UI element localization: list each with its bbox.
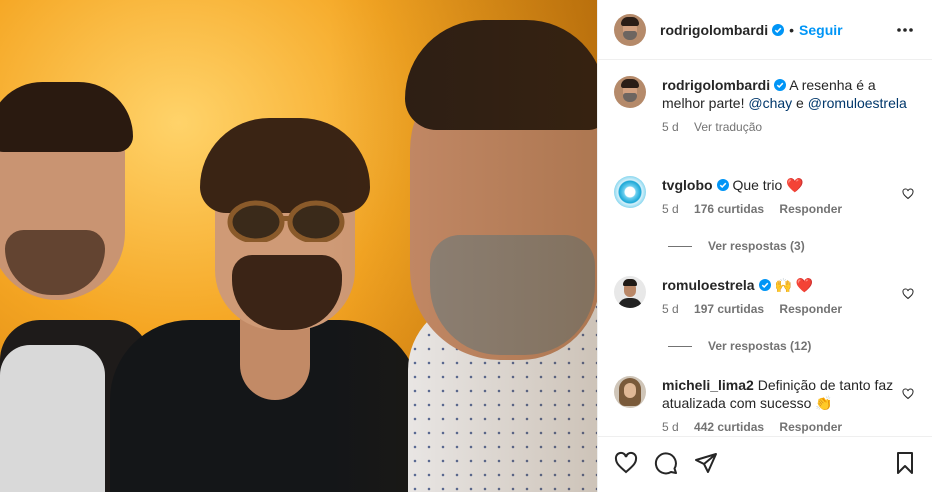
view-replies-label: Ver respostas (12) bbox=[708, 339, 812, 353]
verified-badge-icon bbox=[758, 279, 771, 291]
verified-badge-icon bbox=[716, 179, 729, 191]
comment-item: micheli_lima2 Definição de tanto faz atu… bbox=[614, 376, 914, 434]
replies-line bbox=[668, 345, 692, 347]
more-horizontal-icon[interactable] bbox=[896, 22, 914, 38]
instagram-post-modal: rodrigolombardi • Seguir rodrigolombardi bbox=[0, 0, 932, 492]
comment-like-heart-icon[interactable] bbox=[902, 188, 914, 200]
comment-meta: 5 d 176 curtidas Responder bbox=[662, 202, 914, 216]
caption-username[interactable]: rodrigolombardi bbox=[662, 77, 770, 93]
commenter-avatar[interactable] bbox=[614, 176, 646, 208]
comments-list[interactable]: rodrigolombardi A resenha é a melhor par… bbox=[598, 61, 932, 435]
post-caption: rodrigolombardi A resenha é a melhor par… bbox=[614, 76, 914, 134]
paper-plane-icon[interactable] bbox=[694, 451, 718, 475]
caption-text-mid: e bbox=[792, 95, 808, 111]
comment-time[interactable]: 5 d bbox=[662, 302, 679, 316]
commenter-username[interactable]: micheli_lima2 bbox=[662, 377, 754, 393]
bookmark-icon[interactable] bbox=[893, 451, 917, 475]
reply-button[interactable]: Responder bbox=[779, 420, 842, 434]
comment-icon[interactable] bbox=[654, 451, 678, 475]
caption-meta: 5 d Ver tradução bbox=[662, 120, 914, 134]
comment-item: tvglobo Que trio ❤️ 5 d 176 curtidas Res… bbox=[614, 176, 914, 216]
reply-button[interactable]: Responder bbox=[779, 302, 842, 316]
reply-button[interactable]: Responder bbox=[779, 202, 842, 216]
comment-body: Que trio bbox=[732, 177, 783, 193]
post-photo[interactable] bbox=[0, 0, 597, 492]
comment-emoji: ❤️ bbox=[786, 177, 804, 193]
verified-badge-icon bbox=[774, 79, 787, 91]
verified-badge-icon bbox=[772, 23, 785, 36]
comment-time[interactable]: 5 d bbox=[662, 420, 679, 434]
follow-button[interactable]: Seguir bbox=[799, 22, 843, 38]
photo-shading bbox=[0, 0, 597, 492]
comment-like-heart-icon[interactable] bbox=[902, 288, 914, 300]
commenter-avatar[interactable] bbox=[614, 276, 646, 308]
comment-emoji: 🙌 ❤️ bbox=[774, 277, 814, 293]
translate-link[interactable]: Ver tradução bbox=[694, 120, 762, 134]
commenter-username[interactable]: tvglobo bbox=[662, 177, 713, 193]
comment-text: tvglobo Que trio ❤️ bbox=[662, 176, 914, 194]
caption-text: rodrigolombardi A resenha é a melhor par… bbox=[662, 76, 914, 112]
view-replies-button[interactable]: Ver respostas (3) bbox=[668, 239, 805, 253]
commenter-avatar[interactable] bbox=[614, 376, 646, 408]
header-separator: • bbox=[789, 21, 795, 38]
comment-text: romuloestrela 🙌 ❤️ bbox=[662, 276, 914, 294]
comment-likes[interactable]: 176 curtidas bbox=[694, 202, 764, 216]
comment-item: romuloestrela 🙌 ❤️ 5 d 197 curtidas Resp… bbox=[614, 276, 914, 316]
view-replies-button[interactable]: Ver respostas (12) bbox=[668, 339, 811, 353]
comment-likes[interactable]: 442 curtidas bbox=[694, 420, 764, 434]
author-username[interactable]: rodrigolombardi bbox=[660, 22, 768, 38]
post-side-panel: rodrigolombardi • Seguir rodrigolombardi bbox=[597, 0, 932, 492]
caption-author-avatar[interactable] bbox=[614, 76, 646, 108]
mention-romuloestrela[interactable]: @romuloestrela bbox=[808, 95, 907, 111]
comment-likes[interactable]: 197 curtidas bbox=[694, 302, 764, 316]
replies-line bbox=[668, 245, 692, 247]
post-actions-bar bbox=[598, 436, 932, 492]
author-avatar[interactable] bbox=[614, 13, 646, 46]
commenter-username[interactable]: romuloestrela bbox=[662, 277, 755, 293]
comment-text: micheli_lima2 Definição de tanto faz atu… bbox=[662, 376, 914, 412]
comment-meta: 5 d 197 curtidas Responder bbox=[662, 302, 914, 316]
comment-like-heart-icon[interactable] bbox=[902, 388, 914, 400]
comment-emoji: 👏 bbox=[815, 395, 833, 411]
caption-time[interactable]: 5 d bbox=[662, 120, 679, 134]
post-header: rodrigolombardi • Seguir bbox=[598, 0, 932, 60]
heart-icon[interactable] bbox=[614, 451, 638, 475]
comment-meta: 5 d 442 curtidas Responder bbox=[662, 420, 914, 434]
comment-time[interactable]: 5 d bbox=[662, 202, 679, 216]
mention-chay[interactable]: @chay bbox=[748, 95, 792, 111]
view-replies-label: Ver respostas (3) bbox=[708, 239, 805, 253]
